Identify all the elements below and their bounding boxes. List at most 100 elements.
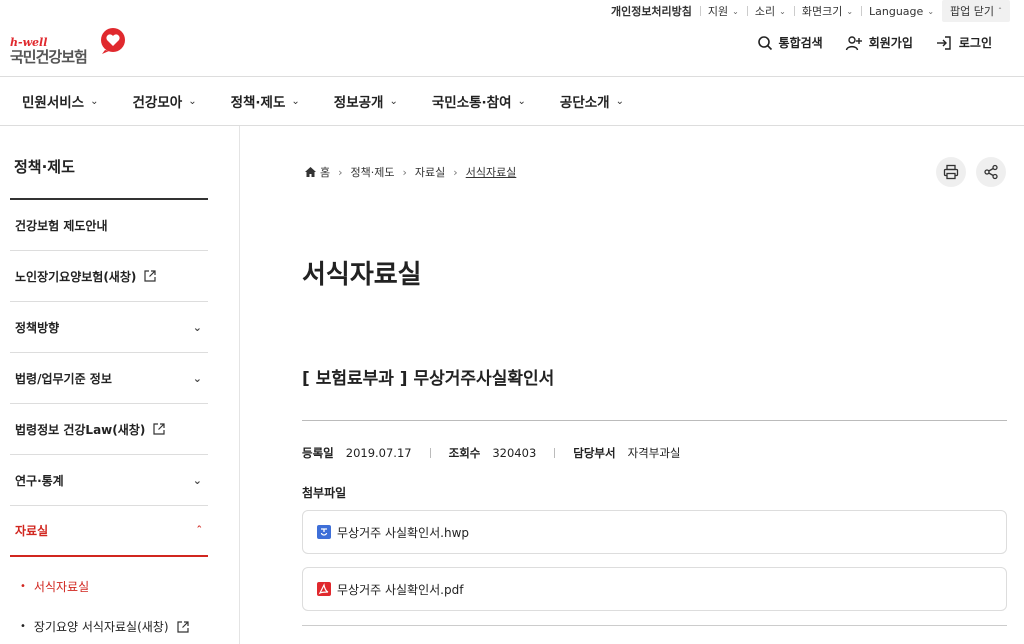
sidebar-item-label: 자료실 bbox=[15, 524, 49, 538]
share-icon bbox=[984, 164, 998, 180]
language-label: Language bbox=[869, 4, 924, 18]
chevron-up-icon: ˆ bbox=[998, 6, 1002, 16]
language-menu[interactable]: Language ⌄ bbox=[861, 0, 942, 22]
join-button[interactable]: 회원가입 bbox=[845, 34, 913, 51]
page-title: 서식자료실 bbox=[302, 260, 422, 290]
sidebar-item-longterm-care[interactable]: 노인장기요양보험(새창) bbox=[10, 251, 208, 302]
support-menu[interactable]: 지원 ⌄ bbox=[699, 0, 747, 22]
sound-label: 소리 bbox=[754, 5, 776, 18]
gnb-item-policy[interactable]: 정책·제도 ⌄ bbox=[231, 91, 300, 111]
divider bbox=[302, 420, 1007, 421]
sidebar-item-label: 연구·통계 bbox=[15, 473, 64, 488]
breadcrumb-home[interactable]: 홈 bbox=[305, 164, 330, 180]
home-icon bbox=[305, 167, 316, 177]
gnb-item-participation[interactable]: 국민소통·참여 ⌄ bbox=[432, 91, 526, 111]
main-navigation: 민원서비스 ⌄ 건강모아 ⌄ 정책·제도 ⌄ 정보공개 ⌄ 국민소통·참여 ⌄ 공단소개 ⌄ bbox=[0, 76, 1024, 126]
privacy-policy-link[interactable]: 개인정보처리방침 bbox=[603, 0, 700, 22]
sidebar-subitem-forms[interactable]: • 서식자료실 bbox=[20, 578, 89, 595]
chevron-down-icon: ⌄ bbox=[615, 95, 624, 107]
side-nav-title: 정책·제도 bbox=[14, 158, 75, 176]
pdf-file-icon bbox=[317, 582, 331, 596]
gnb-item-health[interactable]: 건강모아 ⌄ bbox=[133, 91, 197, 111]
sidebar-item-label: 건강보험 제도안내 bbox=[15, 218, 108, 233]
gnb-item-civil-service[interactable]: 민원서비스 ⌄ bbox=[22, 91, 99, 111]
page-root: { "util": { "privacy": "개인정보처리방침", "supp… bbox=[0, 0, 1024, 644]
chevron-down-icon: ⌄ bbox=[192, 371, 202, 385]
chevron-down-icon: ⌄ bbox=[846, 6, 854, 16]
breadcrumb-item[interactable]: 자료실 bbox=[415, 164, 445, 180]
gnb-label: 민원서비스 bbox=[22, 95, 85, 111]
site-logo[interactable]: h-well 국민건강보험 bbox=[10, 28, 125, 68]
sidebar-item-research-stats[interactable]: 연구·통계 ⌄ bbox=[10, 455, 208, 506]
gnb-item-disclosure[interactable]: 정보공개 ⌄ bbox=[334, 91, 398, 111]
login-label: 로그인 bbox=[958, 36, 992, 50]
chevron-down-icon: ⌄ bbox=[291, 95, 300, 107]
add-user-icon bbox=[845, 35, 862, 50]
share-button[interactable] bbox=[976, 157, 1006, 187]
chevron-down-icon: ⌄ bbox=[779, 6, 786, 16]
utility-bar: 개인정보처리방침 지원 ⌄ 소리 ⌄ 화면크기 ⌄ Language ⌄ 팝업 닫기 ˆ bbox=[603, 0, 1010, 22]
external-link-icon bbox=[153, 423, 165, 435]
gnb-label: 공단소개 bbox=[559, 95, 610, 111]
hwp-file-icon bbox=[317, 525, 331, 539]
breadcrumb-item[interactable]: 정책·제도 bbox=[351, 164, 395, 180]
department-label: 담당부서 bbox=[573, 446, 616, 460]
chevron-right-icon: › bbox=[453, 165, 458, 179]
document-title: [ 보험료부과 ] 무상거주사실확인서 bbox=[302, 369, 555, 389]
join-label: 회원가입 bbox=[868, 36, 913, 50]
registered-date-value: 2019.07.17 bbox=[345, 446, 412, 460]
search-icon bbox=[757, 35, 772, 50]
gnb-label: 국민소통·참여 bbox=[431, 95, 512, 111]
chevron-down-icon: ⌄ bbox=[927, 6, 935, 16]
integrated-search-button[interactable]: 통합검색 bbox=[757, 34, 823, 51]
registered-date-label: 등록일 bbox=[302, 446, 334, 460]
screen-size-label: 화면크기 bbox=[801, 5, 843, 18]
sidebar-item-insurance-guide[interactable]: 건강보험 제도안내 bbox=[10, 200, 208, 251]
sidebar-item-health-law[interactable]: 법령정보 건강Law(새창) bbox=[10, 404, 208, 455]
divider bbox=[302, 625, 1007, 626]
views-value: 320403 bbox=[492, 446, 537, 460]
chevron-down-icon: ⌄ bbox=[192, 320, 202, 334]
sidebar-item-label: 법령/업무기준 정보 bbox=[15, 371, 112, 386]
chevron-right-icon: › bbox=[338, 165, 343, 179]
bullet-icon: • bbox=[20, 581, 26, 592]
breadcrumb-current[interactable]: 서식자료실 bbox=[466, 164, 517, 180]
attachment-hwp[interactable]: 무상거주 사실확인서.hwp bbox=[302, 510, 1007, 554]
chevron-up-icon: ˆ bbox=[196, 524, 203, 537]
external-link-icon bbox=[176, 620, 189, 633]
chevron-down-icon: ⌄ bbox=[389, 95, 398, 107]
gnb-item-about[interactable]: 공단소개 ⌄ bbox=[560, 91, 624, 111]
chevron-down-icon: ⌄ bbox=[90, 95, 99, 107]
chevron-down-icon: ⌄ bbox=[192, 473, 202, 487]
chevron-down-icon: ⌄ bbox=[188, 95, 197, 107]
sidebar-subitem-label: 장기요양 서식자료실(새창) bbox=[33, 620, 169, 634]
sidebar-subitem-longterm-forms[interactable]: • 장기요양 서식자료실(새창) bbox=[20, 618, 189, 635]
login-icon bbox=[936, 35, 951, 50]
attachment-filename: 무상거주 사실확인서.hwp bbox=[337, 525, 470, 540]
search-label: 통합검색 bbox=[778, 36, 823, 50]
document-meta: 등록일 2019.07.17 조회수 320403 담당부서 자격부과실 bbox=[302, 445, 699, 461]
sidebar-item-archive[interactable]: 자료실 ˆ bbox=[10, 506, 208, 557]
sound-menu[interactable]: 소리 ⌄ bbox=[746, 0, 794, 22]
chevron-right-icon: › bbox=[402, 165, 407, 179]
external-link-icon bbox=[144, 270, 156, 282]
close-popup-button[interactable]: 팝업 닫기 ˆ bbox=[942, 0, 1010, 22]
gnb-label: 건강모아 bbox=[132, 95, 183, 111]
gnb-label: 정보공개 bbox=[333, 95, 384, 111]
side-navigation: 정책·제도 건강보험 제도안내 노인장기요양보험(새창) 정책방향 ⌄ 법령/업무… bbox=[0, 126, 240, 644]
sidebar-item-law-standards[interactable]: 법령/업무기준 정보 ⌄ bbox=[10, 353, 208, 404]
sidebar-item-policy-direction[interactable]: 정책방향 ⌄ bbox=[10, 302, 208, 353]
sidebar-item-label: 노인장기요양보험(새창) bbox=[15, 269, 137, 284]
support-label: 지원 bbox=[707, 5, 729, 18]
views-label: 조회수 bbox=[448, 446, 481, 460]
breadcrumb: 홈 › 정책·제도 › 자료실 › 서식자료실 bbox=[305, 164, 516, 180]
privacy-policy-label: 개인정보처리방침 bbox=[610, 5, 692, 18]
print-button[interactable] bbox=[936, 157, 966, 187]
attachment-pdf[interactable]: 무상거주 사실확인서.pdf bbox=[302, 567, 1007, 611]
breadcrumb-home-label: 홈 bbox=[320, 166, 331, 179]
sidebar-subitem-label: 서식자료실 bbox=[33, 580, 90, 594]
department-value: 자격부과실 bbox=[627, 446, 681, 460]
logo-name: 국민건강보험 bbox=[10, 48, 88, 66]
screen-size-menu[interactable]: 화면크기 ⌄ bbox=[793, 0, 861, 22]
login-button[interactable]: 로그인 bbox=[935, 34, 992, 51]
